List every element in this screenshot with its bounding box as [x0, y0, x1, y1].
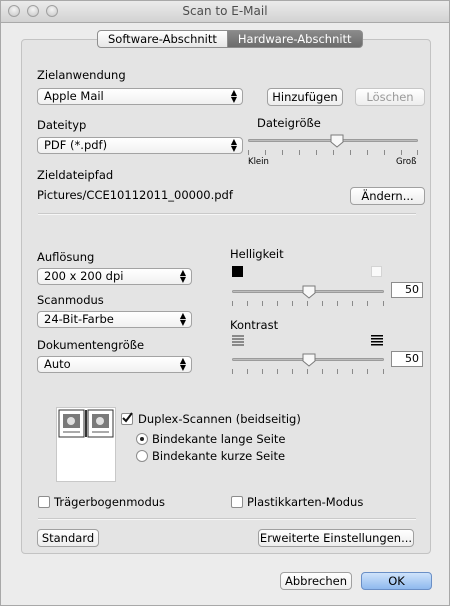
section-divider	[38, 213, 416, 215]
plastic-card-checkbox[interactable]	[231, 496, 243, 508]
carrier-sheet-label: Trägerbogenmodus	[54, 495, 166, 509]
radio-short-edge-label: Bindekante kurze Seite	[152, 449, 286, 463]
popup-arrows-icon: ▲ ▼	[230, 137, 237, 153]
advanced-settings-button[interactable]: Erweiterte Einstellungen...	[258, 529, 414, 547]
low-contrast-icon	[232, 335, 244, 346]
radio-short-edge[interactable]	[136, 450, 148, 462]
ok-button[interactable]: OK	[361, 572, 432, 590]
radio-long-edge-label: Bindekante lange Seite	[152, 432, 286, 446]
filetype-value: PDF (*.pdf)	[44, 138, 108, 152]
brightness-slider-thumb[interactable]	[302, 285, 316, 299]
target-app-popup[interactable]: Apple Mail ▲ ▼	[37, 88, 243, 105]
filesize-min-label: Klein	[248, 157, 269, 167]
duplex-preview	[56, 407, 116, 482]
filesize-slider-thumb[interactable]	[330, 134, 344, 148]
tab-bar: Software-Abschnitt Hardware-Abschnitt	[97, 30, 363, 48]
contrast-value-field[interactable]: 50	[391, 351, 423, 367]
target-app-value: Apple Mail	[44, 89, 104, 103]
radio-long-edge[interactable]	[136, 433, 148, 445]
filesize-max-label: Groß	[396, 157, 417, 167]
filesize-label: Dateigröße	[257, 116, 321, 130]
scanmode-label: Scanmodus	[37, 293, 104, 307]
scanmode-popup[interactable]: 24-Bit-Farbe ▲ ▼	[37, 311, 192, 328]
change-path-button[interactable]: Ändern...	[350, 187, 425, 205]
brightness-slider-ticks	[232, 301, 384, 306]
popup-arrows-icon: ▲ ▼	[230, 88, 237, 104]
add-button[interactable]: Hinzufügen	[267, 88, 343, 106]
contrast-slider-ticks	[232, 369, 384, 374]
scanmode-value: 24-Bit-Farbe	[44, 312, 114, 326]
tab-hardware-section[interactable]: Hardware-Abschnitt	[227, 30, 363, 48]
brightness-label: Helligkeit	[230, 247, 284, 261]
light-swatch-icon	[371, 266, 382, 277]
duplex-pages-icon	[58, 409, 114, 438]
plastic-card-label: Plastikkarten-Modus	[247, 495, 364, 509]
filetype-label: Dateityp	[37, 118, 87, 132]
title-bar: Scan to E-Mail	[1, 1, 449, 23]
contrast-label: Kontrast	[230, 318, 279, 332]
docsize-label: Dokumentengröße	[37, 338, 145, 352]
resolution-popup[interactable]: 200 x 200 dpi ▲ ▼	[37, 268, 192, 285]
contrast-slider-thumb[interactable]	[302, 353, 316, 367]
resolution-value: 200 x 200 dpi	[44, 269, 124, 283]
popup-arrows-icon: ▲ ▼	[179, 311, 186, 327]
section-divider	[38, 518, 416, 520]
dark-swatch-icon	[232, 266, 243, 277]
duplex-checkbox[interactable]	[121, 412, 133, 425]
docsize-value: Auto	[44, 357, 71, 371]
duplex-label: Duplex-Scannen (beidseitig)	[138, 412, 301, 426]
standard-button[interactable]: Standard	[37, 529, 99, 547]
resolution-label: Auflösung	[37, 250, 95, 264]
cancel-button[interactable]: Abbrechen	[280, 572, 352, 590]
window-title: Scan to E-Mail	[182, 4, 268, 18]
filetype-popup[interactable]: PDF (*.pdf) ▲ ▼	[37, 137, 243, 154]
target-app-label: Zielanwendung	[37, 68, 126, 82]
filesize-slider-ticks	[248, 150, 418, 155]
high-contrast-icon	[371, 335, 383, 346]
tab-software-section[interactable]: Software-Abschnitt	[97, 30, 228, 48]
checkmark-icon	[122, 412, 133, 423]
dialog-window: Scan to E-Mail Software-Abschnitt Hardwa…	[0, 0, 450, 606]
docsize-popup[interactable]: Auto ▲ ▼	[37, 356, 192, 373]
path-value: Pictures/CCE10112011_00000.pdf	[37, 188, 233, 202]
carrier-sheet-checkbox[interactable]	[38, 496, 50, 508]
brightness-value-field[interactable]: 50	[391, 282, 423, 298]
path-label: Zieldateipfad	[37, 168, 114, 182]
popup-arrows-icon: ▲ ▼	[179, 356, 186, 372]
tab-panel: Zielanwendung Apple Mail ▲ ▼ Hinzufügen L…	[21, 39, 431, 554]
delete-button: Löschen	[355, 88, 425, 106]
popup-arrows-icon: ▲ ▼	[179, 268, 186, 284]
